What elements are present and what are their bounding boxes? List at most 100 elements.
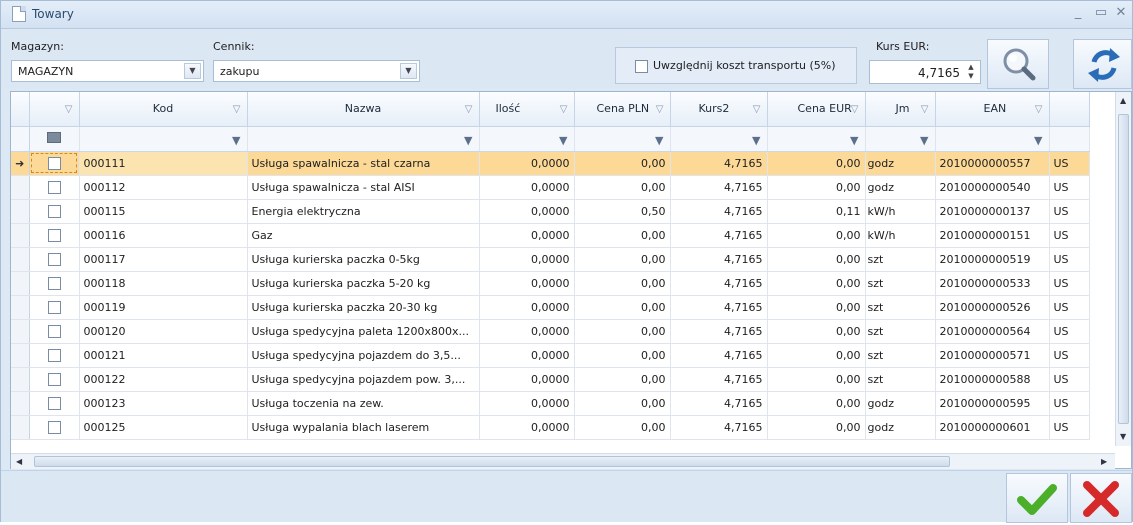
row-checkbox[interactable] — [47, 276, 61, 290]
scroll-down-icon[interactable]: ▼ — [1120, 432, 1126, 441]
row-checkbox-cell[interactable] — [29, 415, 80, 440]
filter-cell-nazwa[interactable]: ▼ — [247, 126, 480, 152]
chevron-down-icon[interactable]: ▼ — [184, 63, 201, 79]
table-row[interactable]: 000125 Usługa wypalania blach laserem 0,00… — [11, 415, 1090, 440]
close-button[interactable]: ✕ — [1113, 5, 1129, 21]
row-checkbox[interactable] — [47, 204, 61, 218]
row-checkbox-cell[interactable] — [29, 247, 80, 272]
filter-icon[interactable]: ▽ — [1035, 104, 1043, 115]
filter-icon[interactable]: ▼ — [655, 134, 663, 147]
row-checkbox-cell[interactable] — [29, 223, 80, 248]
filter-cell-cena-pln[interactable]: ▼ — [574, 126, 671, 152]
scroll-up-icon[interactable]: ▲ — [1120, 96, 1126, 105]
filter-icon[interactable]: ▽ — [233, 104, 241, 115]
row-checkbox[interactable] — [47, 396, 61, 410]
row-checkbox-cell[interactable] — [29, 391, 80, 416]
table-row[interactable]: 000112 Usługa spawalnicza - stal AISI 0,00… — [11, 175, 1090, 200]
table-row[interactable]: 000120 Usługa spedycyjna paleta 1200x800x… — [11, 319, 1090, 344]
filter-cell-jm[interactable]: ▼ — [865, 126, 936, 152]
table-row[interactable]: 000121 Usługa spedycyjna pojazdem do 3,5.… — [11, 343, 1090, 368]
column-header-cena-eur[interactable]: Cena EUR ▽ — [767, 92, 866, 127]
filter-icon[interactable]: ▽ — [753, 104, 761, 115]
magazyn-select[interactable]: MAGAZYN ▼ — [11, 60, 204, 82]
column-header-kod[interactable]: Kod ▽ — [79, 92, 248, 127]
filter-icon[interactable]: ▽ — [560, 104, 568, 115]
row-checkbox[interactable] — [47, 228, 61, 242]
filter-cell-kurs2[interactable]: ▼ — [670, 126, 768, 152]
ok-button[interactable] — [1006, 473, 1068, 523]
filter-icon[interactable]: ▼ — [850, 134, 858, 147]
column-header-ilosc[interactable]: Ilość ▽ — [479, 92, 575, 127]
filter-icon[interactable]: ▼ — [1034, 134, 1042, 147]
row-checkbox-cell[interactable] — [29, 295, 80, 320]
column-header-jm[interactable]: Jm ▽ — [865, 92, 936, 127]
table-row[interactable]: 000118 Usługa kurierska paczka 5-20 kg 0,0… — [11, 271, 1090, 296]
column-header-ean[interactable]: EAN ▽ — [935, 92, 1050, 127]
row-checkbox-cell[interactable] — [29, 271, 80, 296]
row-indicator-header — [11, 92, 30, 127]
refresh-button[interactable] — [1073, 39, 1132, 89]
vertical-scrollbar[interactable]: ▲ ▼ — [1115, 92, 1131, 446]
table-row[interactable]: 000122 Usługa spedycyjna pojazdem pow. 3,… — [11, 367, 1090, 392]
table-row[interactable]: 000117 Usługa kurierska paczka 0-5kg 0,000… — [11, 247, 1090, 272]
row-checkbox-cell[interactable] — [29, 175, 80, 200]
row-checkbox-cell[interactable] — [29, 199, 80, 224]
filter-icon[interactable]: ▽ — [465, 104, 473, 115]
column-header-cena-pln[interactable]: Cena PLN ▽ — [574, 92, 671, 127]
column-header-select[interactable]: ▽ — [29, 92, 80, 127]
transport-checkbox[interactable] — [635, 60, 648, 73]
table-row[interactable]: 000115 Energia elektryczna 0,0000 0,50 4,716… — [11, 199, 1090, 224]
filter-icon[interactable]: ▽ — [65, 104, 73, 115]
row-checkbox-cell[interactable] — [29, 319, 80, 344]
filter-checkbox-icon[interactable] — [47, 131, 61, 143]
cennik-select[interactable]: zakupu ▼ — [213, 60, 420, 82]
spin-arrows-icon[interactable]: ▲ ▼ — [965, 63, 977, 81]
filter-icon[interactable]: ▼ — [752, 134, 760, 147]
row-checkbox[interactable] — [47, 420, 61, 434]
row-checkbox[interactable] — [47, 156, 61, 170]
minimize-button[interactable]: _ — [1070, 5, 1086, 21]
filter-cell-ilosc[interactable]: ▼ — [479, 126, 575, 152]
row-checkbox-cell[interactable] — [29, 343, 80, 368]
scroll-right-icon[interactable]: ▶ — [1101, 457, 1107, 466]
filter-icon[interactable]: ▼ — [232, 134, 240, 147]
row-checkbox[interactable] — [47, 348, 61, 362]
cell-cena-eur: 0,00 — [767, 415, 866, 440]
row-checkbox[interactable] — [47, 324, 61, 338]
filter-icon[interactable]: ▼ — [559, 134, 567, 147]
filter-cell-ean[interactable]: ▼ — [935, 126, 1050, 152]
table-row[interactable]: ➜ 000111 Usługa spawalnicza - stal czarna 0… — [11, 151, 1090, 176]
filter-icon[interactable]: ▽ — [921, 104, 929, 115]
chevron-down-icon[interactable]: ▼ — [400, 63, 417, 79]
filter-cell-extra[interactable] — [1049, 126, 1090, 152]
row-checkbox[interactable] — [47, 300, 61, 314]
cancel-button[interactable] — [1070, 473, 1132, 523]
filter-cell-kod[interactable]: ▼ — [79, 126, 248, 152]
horizontal-scroll-thumb[interactable] — [34, 456, 950, 467]
row-checkbox[interactable] — [47, 372, 61, 386]
vertical-scroll-thumb[interactable] — [1118, 114, 1129, 424]
column-header-extra[interactable] — [1049, 92, 1090, 127]
scroll-left-icon[interactable]: ◀ — [16, 457, 22, 466]
maximize-button[interactable]: ▭ — [1093, 5, 1109, 21]
search-button[interactable] — [987, 39, 1049, 89]
row-indicator — [11, 415, 30, 440]
select-filter-cell[interactable] — [29, 126, 80, 152]
filter-icon[interactable]: ▽ — [656, 104, 664, 115]
cell-ilosc: 0,0000 — [479, 415, 575, 440]
filter-icon[interactable]: ▽ — [851, 104, 859, 115]
filter-icon[interactable]: ▼ — [464, 134, 472, 147]
filter-cell-cena-eur[interactable]: ▼ — [767, 126, 866, 152]
filter-icon[interactable]: ▼ — [920, 134, 928, 147]
column-header-kurs2[interactable]: Kurs2 ▽ — [670, 92, 768, 127]
column-header-nazwa[interactable]: Nazwa ▽ — [247, 92, 480, 127]
row-checkbox[interactable] — [47, 180, 61, 194]
row-checkbox-cell[interactable] — [29, 151, 80, 176]
table-row[interactable]: 000123 Usługa toczenia na zew. 0,0000 0,00 4… — [11, 391, 1090, 416]
row-checkbox[interactable] — [47, 252, 61, 266]
row-checkbox-cell[interactable] — [29, 367, 80, 392]
kurs-eur-spinner[interactable]: 4,7165 ▲ ▼ — [869, 60, 981, 84]
horizontal-scrollbar[interactable]: ◀ ▶ — [11, 453, 1115, 469]
table-row[interactable]: 000116 Gaz 0,0000 0,00 4,7165 0,00 kW/h 2010000… — [11, 223, 1090, 248]
table-row[interactable]: 000119 Usługa kurierska paczka 20-30 kg 0,… — [11, 295, 1090, 320]
